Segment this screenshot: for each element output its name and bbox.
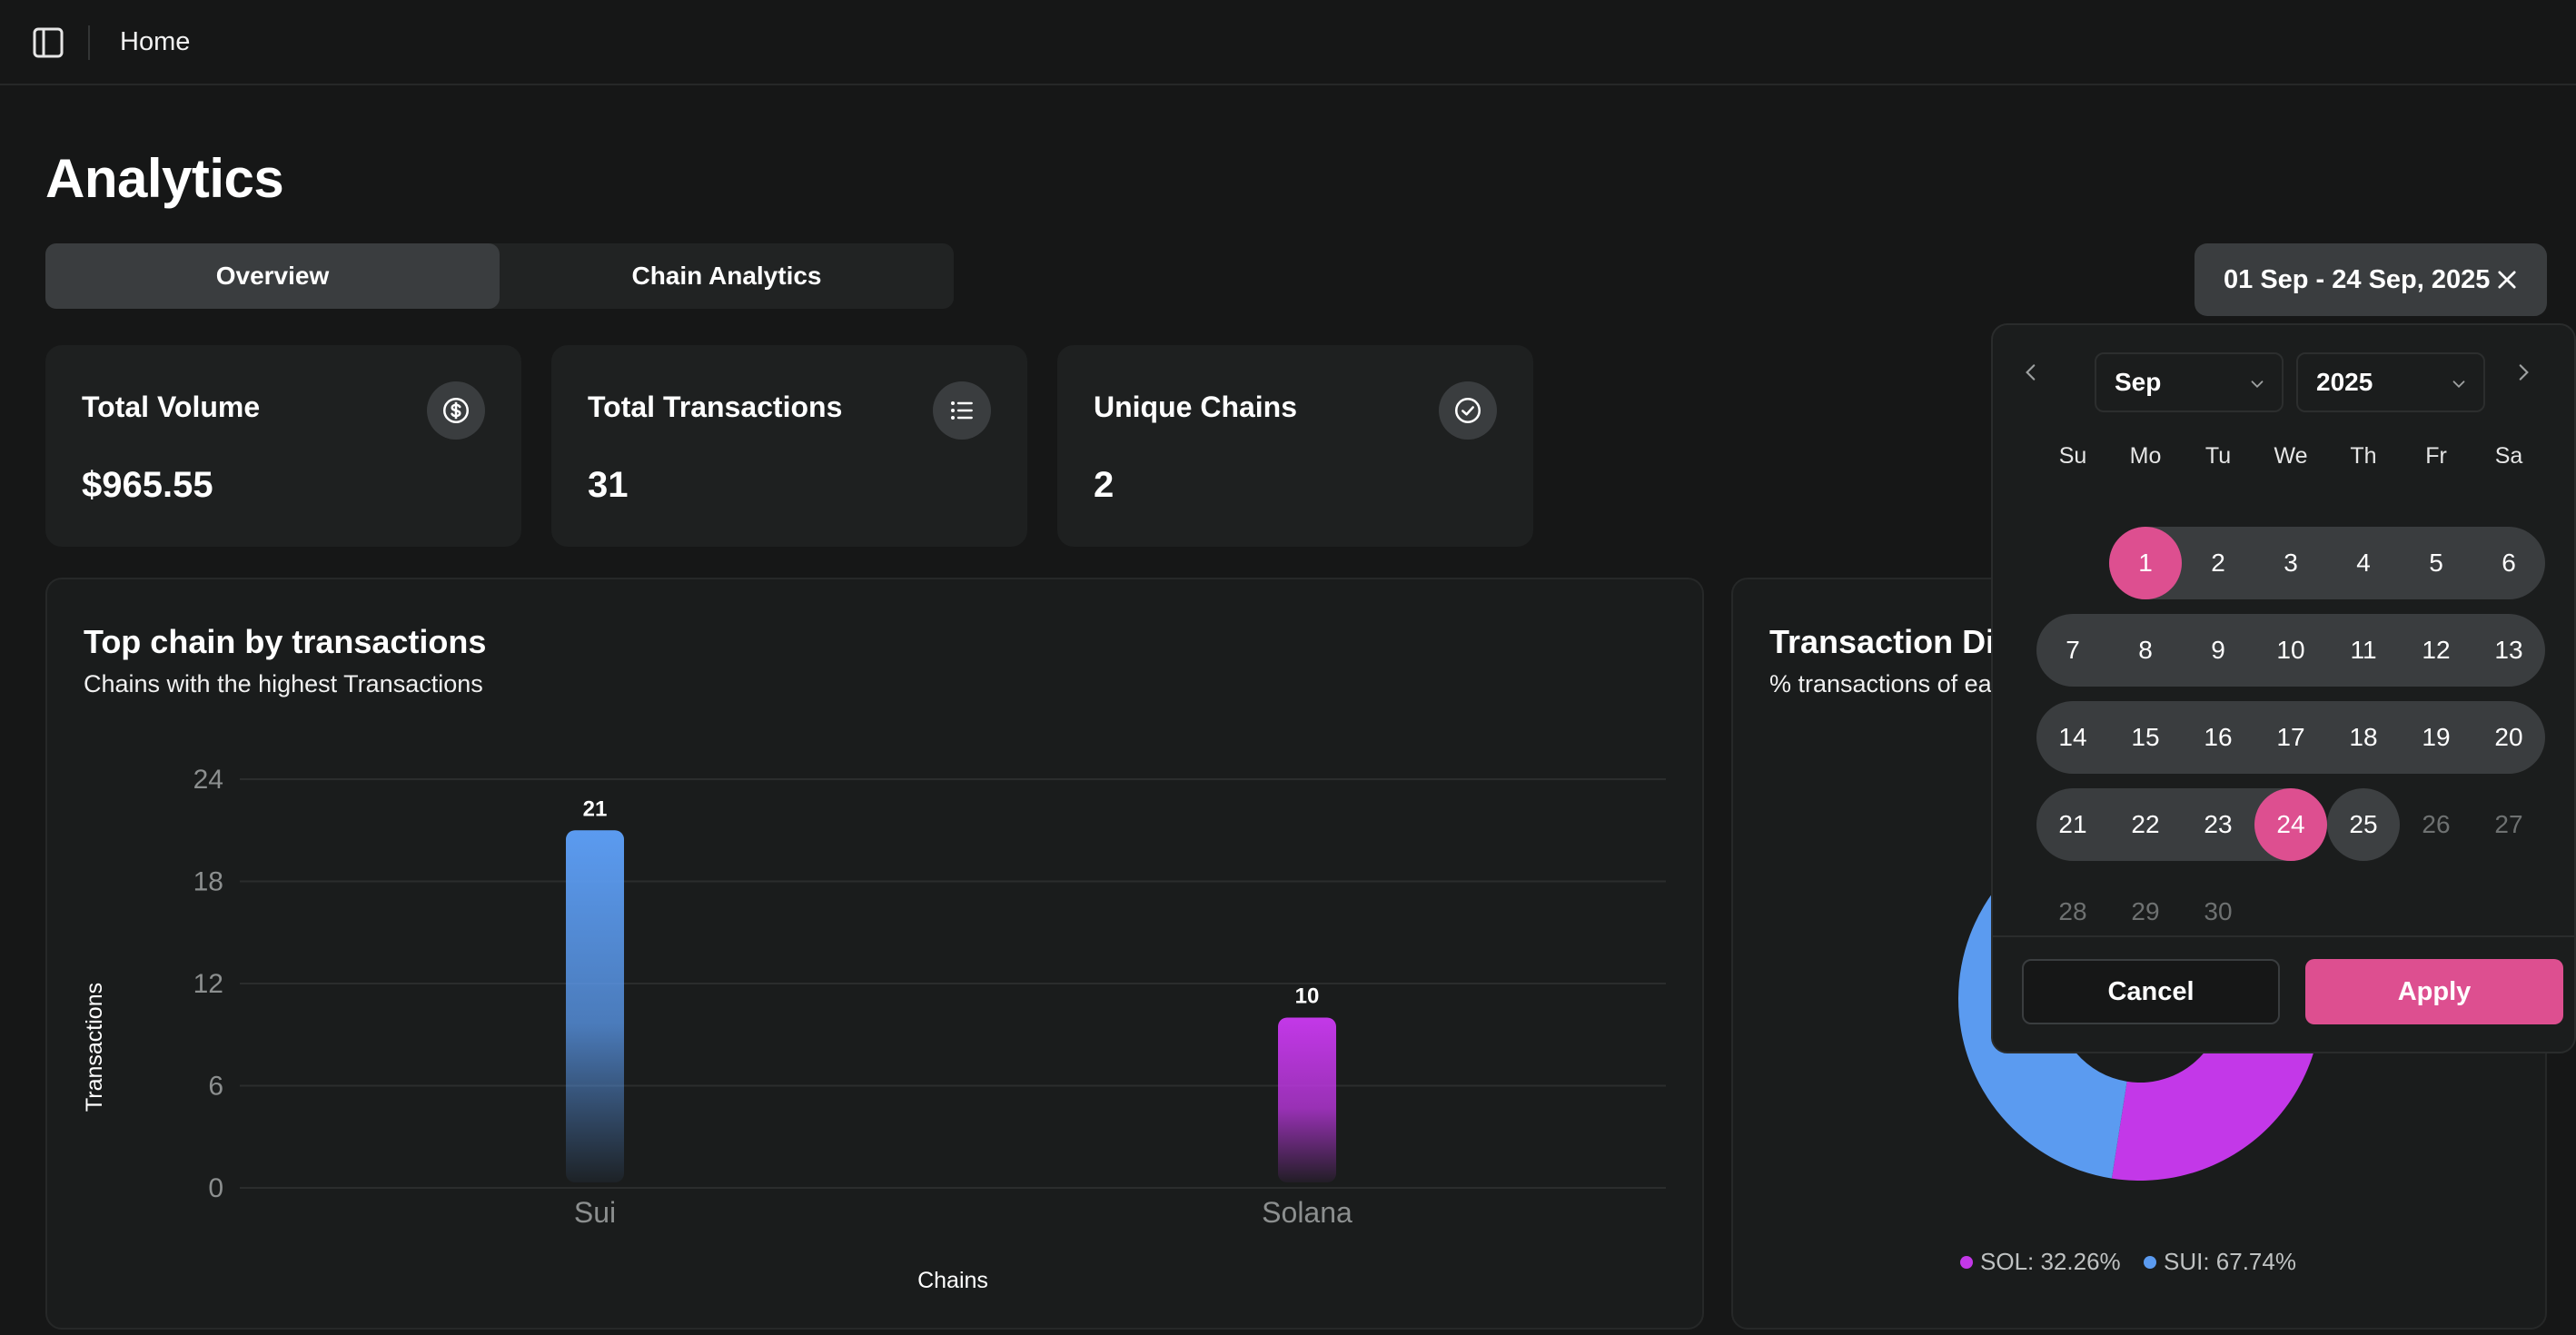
stat-label: Total Transactions: [588, 391, 843, 423]
stat-label: Total Volume: [82, 391, 261, 423]
stat-card-total-transactions: Total Transactions 31: [551, 345, 1027, 547]
legend-dot: [1960, 1255, 1973, 1269]
calendar-day[interactable]: 30: [2182, 875, 2254, 948]
calendar-day[interactable]: 7: [2036, 614, 2109, 687]
stat-card-total-volume: Total Volume $965.55: [45, 345, 521, 547]
data-label: 21: [583, 796, 608, 821]
calendar-day[interactable]: 21: [2036, 788, 2109, 861]
legend-dot: [2144, 1255, 2156, 1269]
weekday-label: Su: [2058, 443, 2087, 469]
legend-item-sui: SUI: 67.74%: [2144, 1248, 2296, 1276]
weekday-label: We: [2274, 443, 2308, 469]
prev-month-icon[interactable]: [2013, 354, 2049, 391]
weekday-label: Mo: [2129, 443, 2162, 469]
bar-sui[interactable]: [566, 830, 624, 1182]
calendar-day[interactable]: 2: [2182, 527, 2254, 599]
y-tick-label: 24: [193, 765, 223, 795]
cancel-button[interactable]: Cancel: [2022, 959, 2280, 1024]
calendar-day[interactable]: 20: [2472, 701, 2545, 774]
chevron-down-icon: [2251, 381, 2264, 389]
x-axis-label: Chains: [917, 1268, 988, 1293]
tab-list: Overview Chain Analytics: [45, 243, 954, 309]
calendar-day[interactable]: 11: [2327, 614, 2400, 687]
card-subtitle: % transactions of ea: [1769, 670, 1992, 697]
calendar-day[interactable]: 27: [2472, 788, 2545, 861]
card-title: Transaction Dis: [1769, 623, 2014, 660]
page-title: Analytics: [45, 148, 284, 209]
chevron-down-icon: [2452, 381, 2465, 389]
legend-item-sol: SOL: 32.26%: [1960, 1248, 2121, 1276]
date-picker-popover: Sep 2025 Su Mo Tu We Th Fr Sa 1 2 3 4 5 6 7 8 9 10 11 12 1…: [1991, 323, 2576, 1053]
y-tick-label: 6: [208, 1072, 223, 1102]
date-range-button[interactable]: 01 Sep - 24 Sep, 2025: [2195, 243, 2547, 316]
y-axis-label: Transactions: [82, 983, 107, 1112]
calendar-day[interactable]: 18: [2327, 701, 2400, 774]
stat-value: 2: [1094, 465, 1115, 505]
month-select-value: Sep: [2115, 368, 2162, 396]
data-label: 10: [1295, 984, 1320, 1009]
calendar-day[interactable]: 6: [2472, 527, 2545, 599]
tab-overview[interactable]: Overview: [45, 243, 500, 309]
calendar-day[interactable]: 26: [2400, 788, 2472, 861]
app-root: Home Analytics Overview Chain Analytics …: [0, 0, 2576, 1335]
calendar-day[interactable]: 3: [2254, 527, 2327, 599]
calendar-day[interactable]: 8: [2109, 614, 2182, 687]
tab-chain-analytics[interactable]: Chain Analytics: [500, 243, 954, 309]
date-range-label: 01 Sep - 24 Sep, 2025: [2224, 264, 2491, 294]
y-tick-label: 12: [193, 969, 223, 999]
weekday-label: Sa: [2494, 443, 2523, 469]
calendar-day[interactable]: 22: [2109, 788, 2182, 861]
calendar-day[interactable]: 28: [2036, 875, 2109, 948]
calendar-day[interactable]: 9: [2182, 614, 2254, 687]
month-select[interactable]: Sep: [2095, 352, 2284, 412]
y-tick-label: 18: [193, 867, 223, 897]
weekday-label: Tu: [2204, 443, 2232, 469]
calendar-day[interactable]: 14: [2036, 701, 2109, 774]
calendar-day[interactable]: 15: [2109, 701, 2182, 774]
calendar-day[interactable]: 1: [2109, 527, 2182, 599]
next-month-icon[interactable]: [2505, 354, 2541, 391]
sidebar-toggle-icon[interactable]: [29, 24, 67, 62]
calendar-day[interactable]: 10: [2254, 614, 2327, 687]
calendar-day[interactable]: 23: [2182, 788, 2254, 861]
calendar-day[interactable]: 12: [2400, 614, 2472, 687]
check-circle-icon: [1439, 381, 1497, 440]
calendar-day[interactable]: 13: [2472, 614, 2545, 687]
breadcrumb[interactable]: Home: [120, 27, 190, 57]
legend-label: SUI: 67.74%: [2164, 1248, 2296, 1275]
calendar-day[interactable]: 16: [2182, 701, 2254, 774]
apply-button[interactable]: Apply: [2305, 959, 2563, 1024]
popover-divider: [1993, 935, 2574, 937]
calendar-day[interactable]: 4: [2327, 527, 2400, 599]
y-tick-label: 0: [208, 1173, 223, 1203]
calendar-day[interactable]: 17: [2254, 701, 2327, 774]
topbar-divider: [88, 25, 90, 60]
calendar-day[interactable]: 24: [2254, 788, 2327, 861]
close-icon[interactable]: [2494, 267, 2520, 292]
legend-label: SOL: 32.26%: [1980, 1248, 2121, 1275]
year-select-value: 2025: [2316, 368, 2373, 396]
calendar-day[interactable]: 5: [2400, 527, 2472, 599]
dollar-circle-icon: [427, 381, 485, 440]
bar-solana[interactable]: [1278, 1017, 1336, 1183]
bar-chart: 0 6 12 18 24 21 Sui 10 Solana Chains Transactions: [82, 765, 1666, 1293]
weekday-label: Th: [2350, 443, 2377, 469]
calendar-day[interactable]: 29: [2109, 875, 2182, 948]
top-bar: Home: [0, 0, 2576, 85]
x-tick-label: Sui: [574, 1196, 616, 1229]
list-icon: [933, 381, 991, 440]
stat-value: $965.55: [82, 465, 213, 505]
bar-chart-card: Top chain by transactions Chains with th…: [45, 578, 1704, 1330]
calendar-day[interactable]: 19: [2400, 701, 2472, 774]
year-select[interactable]: 2025: [2296, 352, 2485, 412]
calendar-day[interactable]: 25: [2327, 788, 2400, 861]
stat-card-unique-chains: Unique Chains 2: [1057, 345, 1533, 547]
x-tick-label: Solana: [1262, 1196, 1352, 1229]
weekday-label: Fr: [2425, 443, 2447, 469]
stat-value: 31: [588, 465, 629, 505]
stat-label: Unique Chains: [1094, 391, 1298, 423]
